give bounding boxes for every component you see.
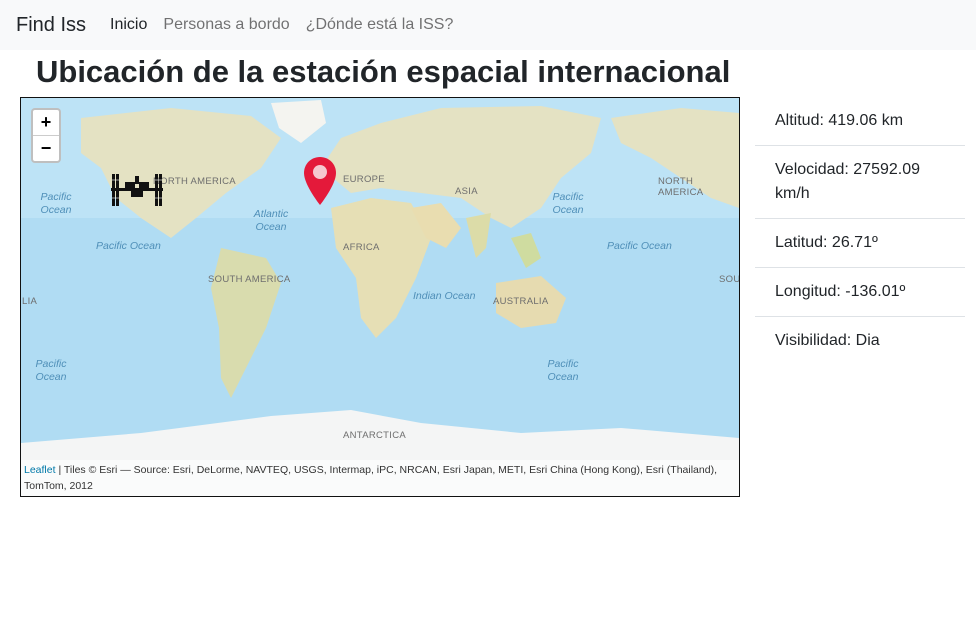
map-attribution: Leaflet | Tiles © Esri — Source: Esri, D… <box>21 460 739 496</box>
map[interactable]: NORTH AMERICA NORTH AMERICA EUROPE ASIA … <box>20 97 740 497</box>
nav-link-personas[interactable]: Personas a bordo <box>163 16 289 34</box>
label-atlantic: Atlantic Ocean <box>253 208 289 233</box>
label-europe: EUROPE <box>343 174 385 185</box>
iss-icon[interactable] <box>111 172 163 208</box>
label-pacific-se: Pacific Ocean <box>547 358 579 383</box>
nav-link-inicio[interactable]: Inicio <box>110 16 147 34</box>
visibility-item: Visibilidad: Dia <box>775 332 880 349</box>
label-south-america: SOUTH AMERICA <box>208 274 291 285</box>
label-edge-left: LIA <box>22 296 38 307</box>
label-pacific-nw: Pacific Ocean <box>40 191 72 216</box>
longitude-item: Longitud: -136.01º <box>755 268 965 317</box>
label-australia: AUSTRALIA <box>493 296 549 307</box>
location-marker-icon[interactable] <box>303 156 337 206</box>
label-north-america: NORTH AMERICA <box>153 176 236 187</box>
velocity-item: Velocidad: 27592.09 km/h <box>755 146 965 219</box>
page-title: Ubicación de la estación espacial intern… <box>36 54 731 89</box>
nav-link-donde[interactable]: ¿Dónde está la ISS? <box>306 16 454 34</box>
navbar: Find Iss Inicio Personas a bordo ¿Dónde … <box>0 0 976 50</box>
latitude-item: Latitud: 26.71º <box>755 219 965 268</box>
attribution-text: | Tiles © Esri — Source: Esri, DeLorme, … <box>24 464 717 492</box>
label-pacific-sw: Pacific Ocean <box>35 358 67 383</box>
label-pacific-e: Pacific Ocean <box>607 240 672 252</box>
label-north-america-right: NORTH AMERICA <box>658 176 704 198</box>
iss-info-list: Altitud: 419.06 km Velocidad: 27592.09 k… <box>755 97 965 365</box>
zoom-control: + − <box>31 108 61 163</box>
zoom-in-button[interactable]: + <box>33 110 59 136</box>
brand-link[interactable]: Find Iss <box>16 14 86 37</box>
leaflet-link[interactable]: Leaflet <box>24 464 56 476</box>
altitude-item: Altitud: 419.06 km <box>755 97 965 146</box>
label-edge-right: SOU <box>719 274 740 285</box>
label-pacific-w: Pacific Ocean <box>96 240 161 252</box>
label-indian: Indian Ocean <box>413 290 476 302</box>
zoom-out-button[interactable]: − <box>33 136 59 161</box>
label-africa: AFRICA <box>343 242 380 253</box>
label-pacific-ne: Pacific Ocean <box>552 191 584 216</box>
label-asia: ASIA <box>455 186 478 197</box>
label-antarctica: ANTARCTICA <box>343 430 406 441</box>
